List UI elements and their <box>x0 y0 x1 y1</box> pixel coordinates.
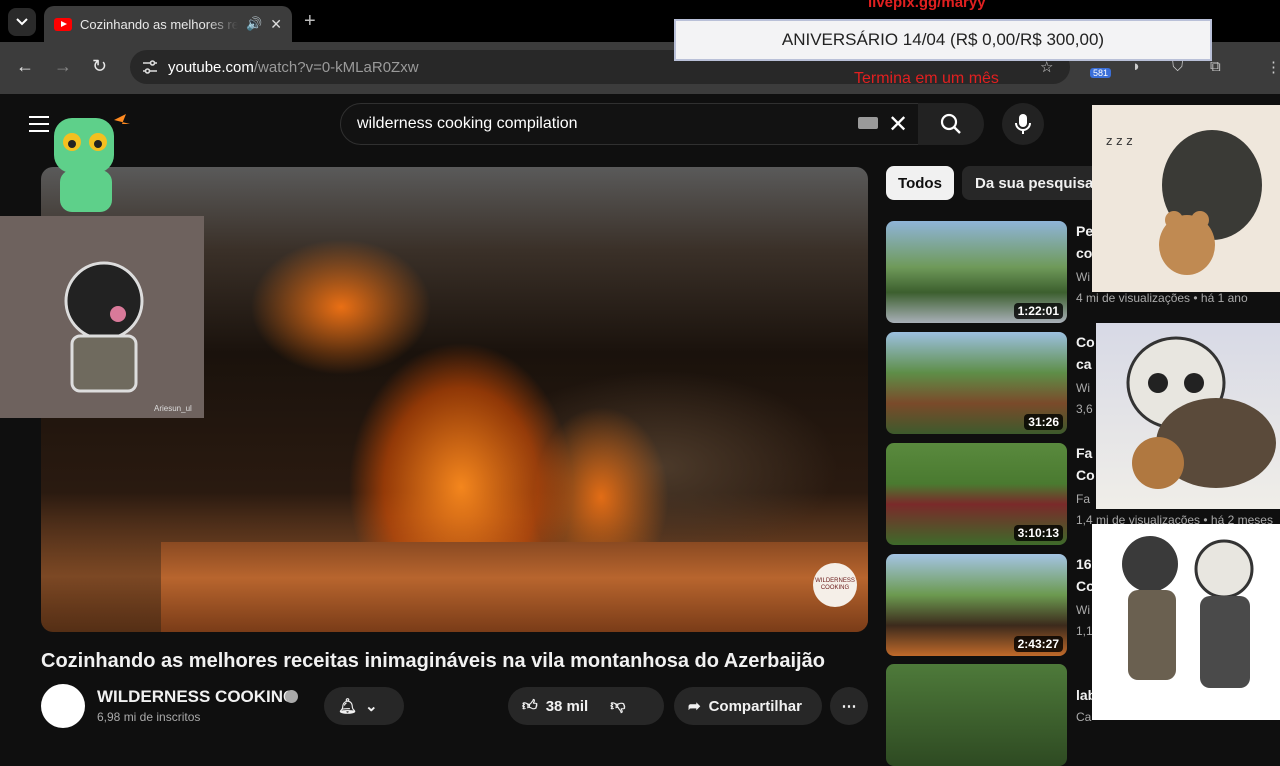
recommendation-title-line2[interactable]: ca <box>1076 356 1092 372</box>
ghost-bear-illustration <box>1126 336 1276 489</box>
forward-arrow-icon[interactable]: → <box>54 56 72 77</box>
verified-badge-icon <box>285 690 298 703</box>
svg-text:z z z: z z z <box>1106 134 1133 148</box>
chibi-soldier-illustration <box>64 261 144 393</box>
recommendation-thumbnail[interactable]: 1:22:01 <box>886 221 1067 323</box>
clear-search-icon[interactable]: ✕ <box>888 110 908 139</box>
url-path: /watch?v=0-kMLaR0Zxw <box>253 58 419 76</box>
overlay-pixel-mascot <box>42 110 132 215</box>
overlay-banner: ANIVERSÁRIO 14/04 (R$ 0,00/R$ 300,00) <box>674 19 1212 61</box>
recommendation-channel[interactable]: Wi <box>1076 381 1090 395</box>
share-arrow-icon: ➦ <box>688 698 701 715</box>
tab-title: Cozinhando as melhores receitas inimagin… <box>80 16 239 32</box>
recommendation-thumbnail[interactable] <box>886 664 1067 766</box>
thumbs-down-icon[interactable]: 👎︎ <box>610 697 625 715</box>
overlay-art-sleeping-soldier: z z z <box>1092 105 1280 292</box>
share-label: Compartilhar <box>708 697 802 715</box>
recommendation-thumbnail[interactable]: 2:43:27 <box>886 554 1067 656</box>
more-horizontal-icon: ⋯ <box>841 698 857 715</box>
video-title: Cozinhando as melhores receitas inimagin… <box>41 650 825 672</box>
url-host: youtube.com <box>168 58 254 76</box>
reload-icon[interactable]: ↻ <box>92 56 107 77</box>
overlay-bottom-text: Termina em um mês <box>854 70 999 87</box>
recommendation-title[interactable]: Pe <box>1076 223 1093 239</box>
channel-name[interactable]: WILDERNESS COOKING <box>97 687 296 707</box>
site-settings-icon[interactable] <box>142 60 158 74</box>
recommendation-thumbnail[interactable]: 3:10:13 <box>886 443 1067 545</box>
keyboard-icon[interactable] <box>858 117 878 129</box>
bell-icon: 🔔︎ <box>338 698 358 715</box>
youtube-favicon-icon <box>54 17 72 31</box>
share-button[interactable]: ➦ Compartilhar <box>674 687 822 725</box>
thumbs-up-icon: 👍︎ <box>522 697 538 714</box>
channel-watermark[interactable]: WILDERNESS COOKING <box>813 563 857 607</box>
tab-search-button[interactable] <box>8 8 36 36</box>
video-duration: 31:26 <box>1024 414 1063 430</box>
art-signature: Ariesun_ul <box>154 404 192 413</box>
menu-icon[interactable]: ⋮ <box>1266 58 1280 76</box>
subscriber-count: 6,98 mi de inscritos <box>97 710 201 724</box>
browser-tab[interactable]: Cozinhando as melhores receitas inimagin… <box>44 6 292 42</box>
recommendation-title[interactable]: Co <box>1076 334 1095 350</box>
channel-avatar[interactable] <box>41 684 85 728</box>
overlay-top-text: livepix.gg/maryy <box>868 0 986 11</box>
chip-all[interactable]: Todos <box>886 166 954 200</box>
recommendation-title[interactable]: Fa <box>1076 445 1092 461</box>
more-actions-button[interactable]: ⋯ <box>830 687 868 725</box>
like-button[interactable]: 👍︎ 38 mil 👎︎ <box>508 687 664 725</box>
recommendation-meta: 1,1 <box>1076 624 1093 638</box>
chip-from-search[interactable]: Da sua pesquisa <box>962 166 1102 200</box>
search-icon <box>940 113 961 134</box>
new-tab-button[interactable]: + <box>304 10 316 33</box>
video-duration: 3:10:13 <box>1013 525 1063 541</box>
overlay-art-ghost-soldier <box>1096 323 1280 509</box>
extension-badge[interactable]: 581 <box>1090 68 1112 78</box>
back-arrow-icon[interactable]: ← <box>16 56 34 77</box>
chevron-down-icon: ⌄ <box>365 698 378 715</box>
voice-search-button[interactable] <box>1002 103 1044 145</box>
overlay-art-soldier-left: Ariesun_ul <box>0 216 204 418</box>
soldier-bear-illustration: z z z <box>1106 130 1262 275</box>
chibi-soldiers-illustration <box>1122 536 1254 688</box>
recommendation-meta: 4 mi de visualizações • há 1 ano <box>1076 291 1248 305</box>
green-dino-icon <box>54 114 130 212</box>
recommendation-thumbnail[interactable]: 31:26 <box>886 332 1067 434</box>
recommendation-title[interactable]: 16 <box>1076 556 1092 572</box>
recommendation-meta: 3,6 <box>1076 402 1093 416</box>
close-tab-icon[interactable]: ✕ <box>270 16 282 33</box>
recommendation-title-line2[interactable]: Co <box>1076 467 1095 483</box>
recommendation-channel[interactable]: Ca <box>1076 710 1091 724</box>
recommendation-channel[interactable]: Fa <box>1076 492 1090 506</box>
recommendation-channel[interactable]: Wi <box>1076 270 1090 284</box>
chevron-down-icon <box>16 18 28 26</box>
recommendation-title-line2[interactable]: co <box>1076 245 1092 261</box>
search-button[interactable] <box>918 103 984 145</box>
video-duration: 1:22:01 <box>1013 303 1063 319</box>
like-count: 38 mil <box>545 697 589 715</box>
microphone-icon <box>1015 114 1031 134</box>
video-duration: 2:43:27 <box>1013 636 1063 652</box>
overlay-art-two-soldiers <box>1092 524 1280 720</box>
search-input[interactable]: wilderness cooking compilation <box>340 103 926 145</box>
speaker-icon[interactable]: 🔊 <box>246 16 262 32</box>
recommendation-channel[interactable]: Wi <box>1076 603 1090 617</box>
video-frame-wood <box>161 542 868 632</box>
notifications-button[interactable]: 🔔︎ ⌄ <box>324 687 404 725</box>
